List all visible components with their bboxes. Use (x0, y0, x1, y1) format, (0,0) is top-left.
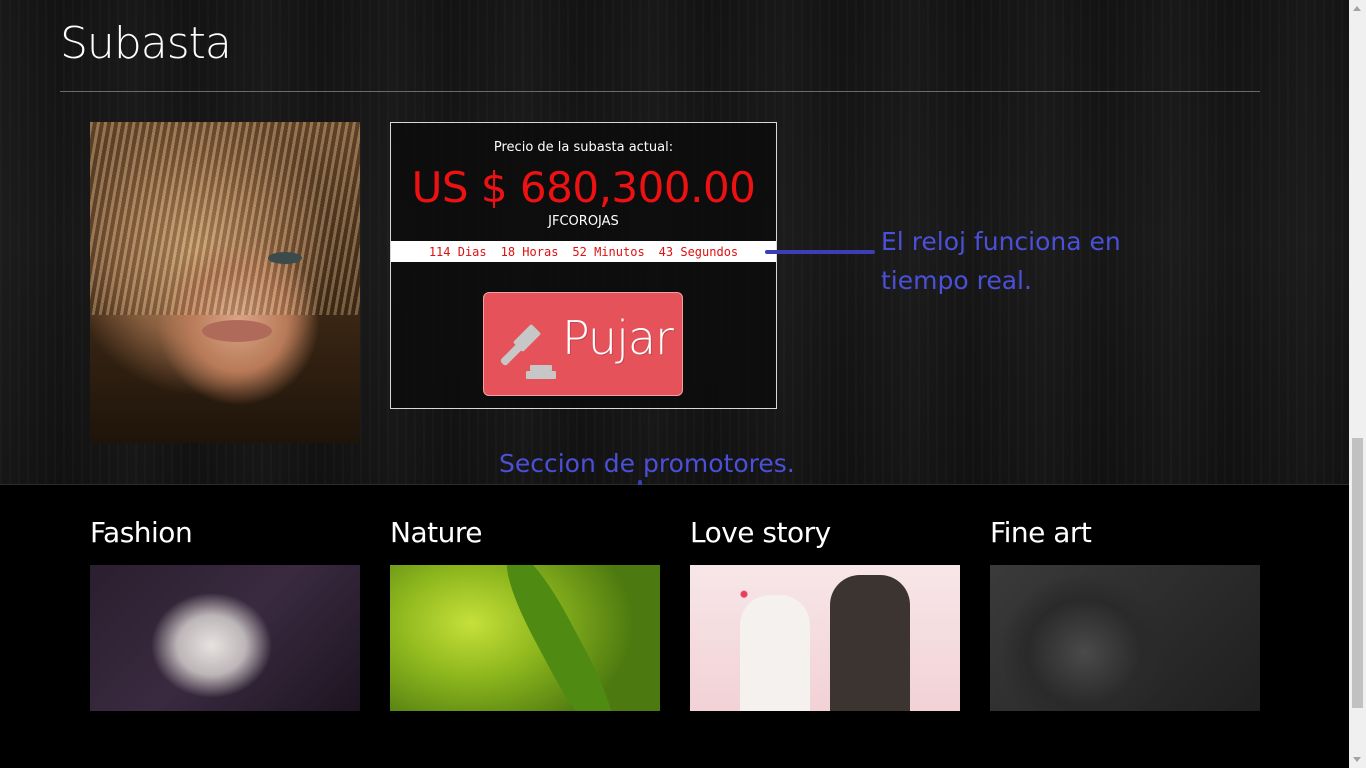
chevron-up-icon (1353, 6, 1361, 11)
countdown-minutes: 52 Minutos (572, 244, 645, 259)
bid-button-label: Pujar (562, 311, 674, 365)
promo-image-fashion[interactable] (90, 565, 360, 711)
scroll-down-button[interactable] (1349, 751, 1366, 768)
countdown-hours: 18 Horas (500, 244, 559, 259)
scrollbar-thumb[interactable] (1352, 438, 1363, 708)
price-label: Precio de la subasta actual: (493, 140, 674, 155)
countdown-timer: 114 Dias 18 Horas 52 Minutos 43 Segundos (391, 241, 776, 262)
auction-section: Subasta Precio de la subasta actual: US … (0, 0, 1349, 485)
clock-annotation-connector (765, 250, 875, 254)
page: Subasta Precio de la subasta actual: US … (0, 0, 1349, 768)
countdown-seconds: 43 Segundos (658, 244, 739, 259)
bid-button[interactable]: Pujar (483, 292, 683, 396)
gavel-icon (500, 324, 556, 379)
promo-image-nature[interactable] (390, 565, 660, 711)
bidder-name: JFCOROJAS (548, 214, 619, 229)
auction-item-image (90, 122, 360, 443)
scroll-up-button[interactable] (1349, 0, 1366, 17)
countdown-days: 114 Dias (428, 244, 487, 259)
promo-image-fine-art[interactable] (990, 565, 1260, 711)
bid-panel: Precio de la subasta actual: US $ 680,30… (390, 122, 777, 409)
current-price: US $ 680,300.00 (411, 163, 756, 212)
promo-title[interactable]: Love story (690, 516, 831, 549)
promo-title[interactable]: Fashion (90, 516, 193, 549)
promoters-section: Fashion Nature Love story Fine art (0, 485, 1349, 768)
chevron-down-icon (1353, 757, 1361, 762)
promo-image-love-story[interactable] (690, 565, 960, 711)
promoters-annotation: Seccion de promotores. (499, 449, 795, 478)
clock-annotation: El reloj funciona en tiempo real. (881, 227, 1121, 295)
promo-title[interactable]: Fine art (990, 516, 1092, 549)
vertical-scrollbar[interactable] (1349, 0, 1366, 768)
title-divider (60, 91, 1260, 92)
promo-title[interactable]: Nature (390, 516, 482, 549)
section-title: Subasta (60, 18, 232, 69)
